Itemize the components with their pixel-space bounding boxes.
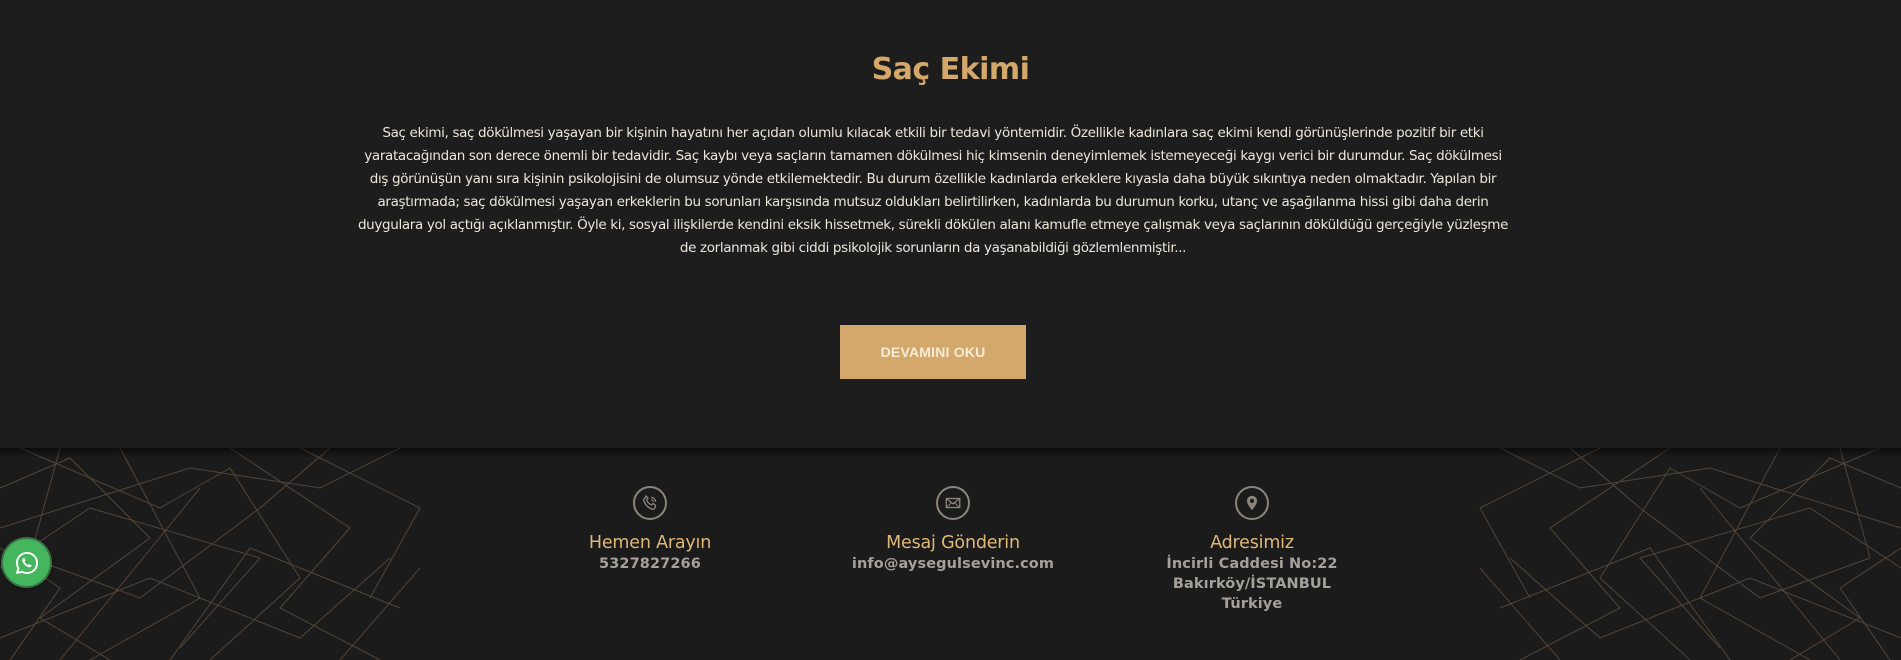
phone-icon — [633, 486, 667, 520]
contact-footer: Hemen Arayın 5327827266 Mesaj Gönderin i… — [0, 448, 1901, 660]
read-more-button[interactable]: DEVAMINI OKU — [840, 325, 1026, 379]
footer-top-shadow — [0, 448, 1901, 458]
article-section: Saç Ekimi Saç ekimi, saç dökülmesi yaşay… — [0, 0, 1901, 448]
contact-phone-value[interactable]: 5327827266 — [530, 554, 770, 574]
contact-email[interactable]: Mesaj Gönderin info@aysegulsevinc.com — [833, 486, 1073, 574]
map-pin-icon — [1235, 486, 1269, 520]
whatsapp-button[interactable] — [3, 539, 50, 586]
article-body: Saç ekimi, saç dökülmesi yaşayan bir kiş… — [357, 125, 1509, 256]
contact-address: Adresimiz İncirli Caddesi No:22 Bakırköy… — [1132, 486, 1372, 614]
contact-address-label: Adresimiz — [1210, 533, 1294, 553]
contact-phone-label: Hemen Arayın — [588, 533, 712, 553]
contact-email-label: Mesaj Gönderin — [886, 533, 1020, 553]
envelope-icon — [936, 486, 970, 520]
contact-address-value: İncirli Caddesi No:22 Bakırköy/İSTANBUL … — [1166, 556, 1338, 612]
article-title: Saç Ekimi — [871, 52, 1030, 87]
page: Saç Ekimi Saç ekimi, saç dökülmesi yaşay… — [0, 0, 1901, 660]
contact-phone[interactable]: Hemen Arayın 5327827266 — [530, 486, 770, 574]
whatsapp-icon — [15, 551, 38, 574]
contact-email-value[interactable]: info@aysegulsevinc.com — [833, 554, 1073, 574]
